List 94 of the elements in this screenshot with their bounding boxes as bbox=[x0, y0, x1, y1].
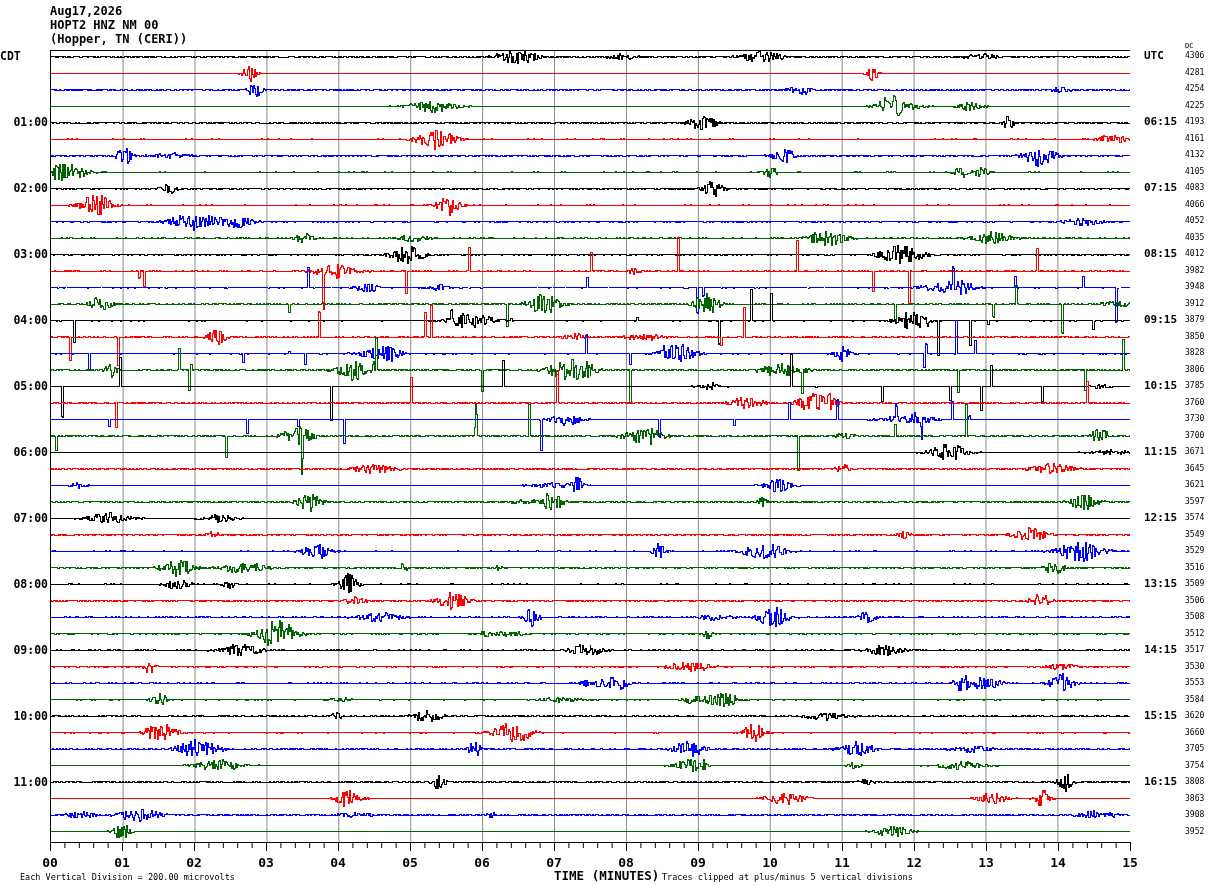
time-label: 04:00 bbox=[12, 314, 49, 326]
tick-label: 15 bbox=[1122, 856, 1138, 870]
dc-value: 3620 bbox=[1185, 710, 1206, 722]
time-label: 07:15 bbox=[1144, 181, 1178, 194]
dc-value: 4254 bbox=[1185, 83, 1206, 95]
tick-label: 07 bbox=[546, 856, 562, 870]
dc-value: 3529 bbox=[1185, 545, 1206, 557]
dc-value: 4052 bbox=[1185, 215, 1206, 227]
dc-value: 3517 bbox=[1185, 644, 1206, 656]
time-label: 08:00 bbox=[12, 578, 49, 590]
dc-value: 4083 bbox=[1185, 182, 1206, 194]
time-label: 10:00 bbox=[12, 710, 49, 722]
dc-value: 4161 bbox=[1185, 132, 1206, 145]
dc-value: 3574 bbox=[1185, 512, 1206, 524]
tick-label: 11 bbox=[834, 856, 850, 870]
tick-label: 02 bbox=[186, 856, 202, 870]
dc-value: 3863 bbox=[1185, 792, 1206, 805]
axis-title: CDT bbox=[0, 50, 22, 62]
dc-value: 3506 bbox=[1185, 594, 1206, 607]
time-label: 06:15 bbox=[1144, 115, 1178, 128]
dc-value: 3948 bbox=[1185, 281, 1206, 293]
time-label: 02:00 bbox=[12, 182, 49, 194]
time-label: 05:00 bbox=[12, 380, 49, 392]
dc-value: 3850 bbox=[1185, 330, 1206, 343]
dc-value: 3828 bbox=[1185, 347, 1206, 359]
time-label: 15:15 bbox=[1144, 709, 1178, 722]
dc-value: 3512 bbox=[1185, 627, 1206, 640]
dc-value: 3597 bbox=[1185, 495, 1206, 508]
dc-value: 4035 bbox=[1185, 231, 1206, 244]
tick-label: 04 bbox=[330, 856, 346, 870]
time-label: 16:15 bbox=[1144, 775, 1178, 788]
dc-value: 3509 bbox=[1185, 578, 1206, 590]
tick-label: 00 bbox=[42, 856, 58, 870]
dc-value: 3549 bbox=[1185, 528, 1206, 541]
tick-label: 08 bbox=[618, 856, 634, 870]
tick-label: 12 bbox=[906, 856, 922, 870]
dc-value: 3808 bbox=[1185, 776, 1206, 788]
station-code: HOPT2 HNZ NM 00 bbox=[50, 18, 159, 32]
dc-value: 3760 bbox=[1185, 396, 1206, 409]
dc-value: 3908 bbox=[1185, 809, 1206, 821]
dc-value: 3754 bbox=[1185, 759, 1206, 772]
dc-value: 3516 bbox=[1185, 561, 1206, 574]
dc-value: 3879 bbox=[1185, 314, 1206, 326]
dc-value: 3806 bbox=[1185, 363, 1206, 376]
dc-value: 3785 bbox=[1185, 380, 1206, 392]
dc-value: 3912 bbox=[1185, 297, 1206, 310]
date: Aug17,2026 bbox=[50, 4, 123, 18]
station-location: (Hopper, TN (CERI)) bbox=[50, 32, 188, 46]
clip-note: Traces clipped at plus/minus 5 vertical divisions bbox=[662, 872, 913, 882]
tick-label: 10 bbox=[762, 856, 778, 870]
dc-value: 3700 bbox=[1185, 429, 1206, 442]
dc-value: 4306 bbox=[1185, 50, 1206, 62]
time-label: 11:00 bbox=[12, 776, 49, 788]
tick-label: 13 bbox=[978, 856, 994, 870]
tick-label: 05 bbox=[402, 856, 418, 870]
scale-note: Each Vertical Division = 200.00 microvolts bbox=[20, 872, 236, 882]
time-label: 09:15 bbox=[1144, 313, 1178, 326]
time-label: 07:00 bbox=[12, 512, 49, 524]
dc-value: 4193 bbox=[1185, 116, 1206, 128]
dc-value: 3730 bbox=[1185, 413, 1206, 425]
axis-title: UTC bbox=[1143, 50, 1165, 64]
dc-value: 4066 bbox=[1185, 198, 1206, 211]
dc-value: 4012 bbox=[1185, 248, 1206, 260]
time-label: 01:00 bbox=[12, 116, 49, 128]
time-label: 12:15 bbox=[1144, 511, 1178, 524]
dc-value: 3584 bbox=[1185, 693, 1206, 706]
axis-title: TIME (MINUTES) bbox=[554, 868, 661, 883]
dc-value: 3621 bbox=[1185, 479, 1206, 491]
tick-label: 09 bbox=[690, 856, 706, 870]
dc-value: 4132 bbox=[1185, 149, 1206, 161]
dc-value: 3645 bbox=[1185, 462, 1206, 475]
dc-value: 4281 bbox=[1185, 66, 1206, 79]
dc-value: 3660 bbox=[1185, 726, 1206, 739]
tick-label: 03 bbox=[258, 856, 274, 870]
dc-value: 4225 bbox=[1185, 99, 1206, 112]
time-label: 13:15 bbox=[1144, 577, 1178, 590]
dc-value: 3671 bbox=[1185, 446, 1206, 458]
dc-value: 3952 bbox=[1185, 825, 1206, 838]
tick-label: 06 bbox=[474, 856, 490, 870]
dc-value: 3508 bbox=[1185, 611, 1206, 623]
time-label: 03:00 bbox=[12, 248, 49, 260]
dc-value: 4105 bbox=[1185, 165, 1206, 178]
time-label: 09:00 bbox=[12, 644, 49, 656]
time-label: 11:15 bbox=[1144, 445, 1178, 458]
time-label: 08:15 bbox=[1144, 247, 1178, 260]
dc-value: 3705 bbox=[1185, 743, 1206, 755]
dc-value: 3982 bbox=[1185, 264, 1206, 277]
time-label: 14:15 bbox=[1144, 643, 1178, 656]
dc-value: 3553 bbox=[1185, 677, 1206, 689]
dc-value: 3530 bbox=[1185, 660, 1206, 673]
tick-label: 01 bbox=[114, 856, 130, 870]
time-label: 10:15 bbox=[1144, 379, 1178, 392]
tick-label: 14 bbox=[1050, 856, 1066, 870]
time-label: 06:00 bbox=[12, 446, 49, 458]
